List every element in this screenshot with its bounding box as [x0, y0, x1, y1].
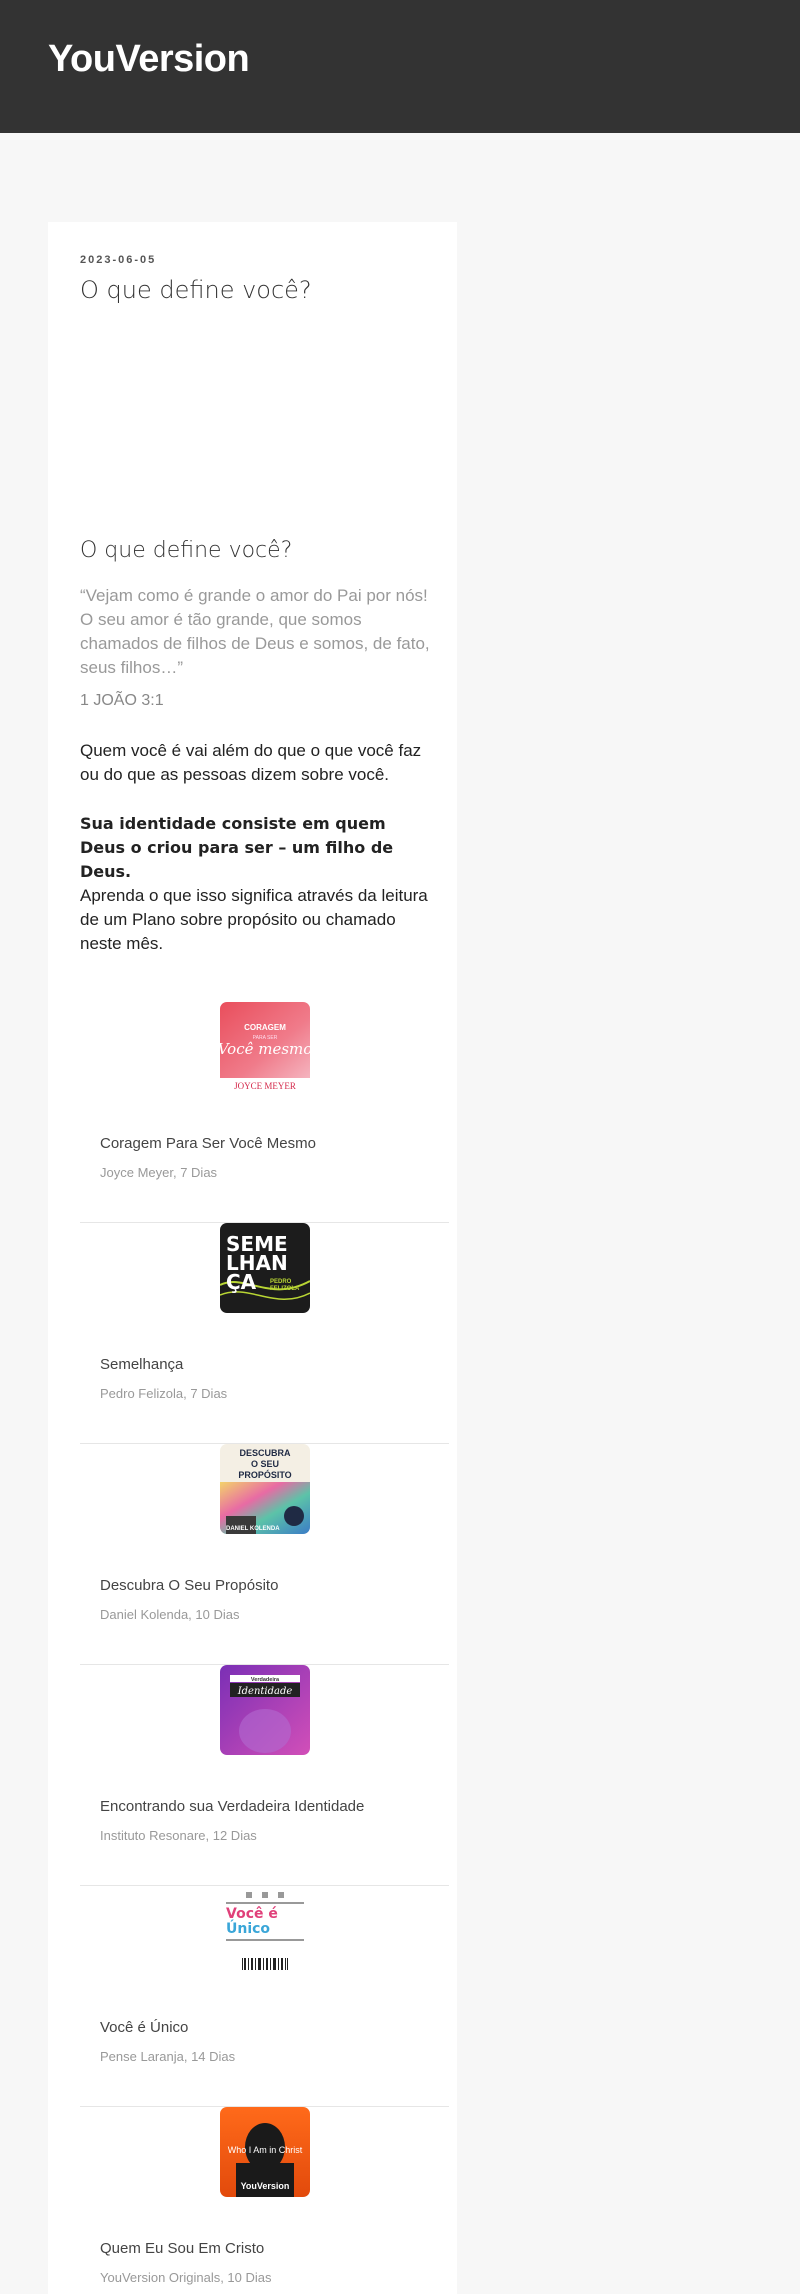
plan-meta: Pedro Felizola, 7 Dias [100, 1386, 228, 1401]
svg-text:Who I Am in Christ: Who I Am in Christ [228, 2145, 303, 2155]
svg-text:Identidade: Identidade [237, 1686, 293, 1697]
svg-text:O SEU: O SEU [251, 1459, 279, 1469]
post-card: 2023-06-05 O que define você? O que defi… [48, 222, 457, 2294]
paragraph-2: Sua identidade consiste em quem Deus o c… [80, 814, 394, 881]
plan-meta: Daniel Kolenda, 10 Dias [100, 1607, 240, 1622]
plan-title[interactable]: Encontrando sua Verdadeira Identidade [100, 1798, 364, 1815]
plan-thumbnail[interactable]: Você é Único [220, 1886, 310, 1976]
svg-text:YouVersion: YouVersion [241, 2181, 290, 2191]
plan-title[interactable]: Coragem Para Ser Você Mesmo [100, 1135, 316, 1152]
plan-title[interactable]: Você é Único [100, 2019, 188, 2036]
post-subtitle: O que define você? [80, 538, 293, 563]
svg-text:Verdadeira: Verdadeira [251, 1677, 280, 1683]
plan-item[interactable]: DESCUBRA O SEU PROPÓSITO DANIEL KOLENDA … [80, 1444, 449, 1665]
scripture-quote: “Vejam como é grande o amor do Pai por n… [80, 586, 430, 677]
svg-text:CORAGEM: CORAGEM [244, 1023, 286, 1032]
scripture-reference: 1 JOÃO 3:1 [80, 692, 164, 709]
plan-item[interactable]: SEME LHAN ÇA PEDRO FELIZOLA Semelhança P… [80, 1223, 449, 1444]
svg-text:DESCUBRA: DESCUBRA [239, 1448, 291, 1458]
plan-thumbnail[interactable]: CORAGEM PARA SER Você mesmo JOYCE MEYER [220, 1002, 310, 1092]
svg-text:PEDRO: PEDRO [270, 1279, 292, 1285]
plan-item[interactable]: Verdadeira Identidade Encontrando sua Ve… [80, 1665, 449, 1886]
paragraph-3: Aprenda o que isso significa através da … [80, 886, 428, 953]
svg-text:DANIEL KOLENDA: DANIEL KOLENDA [226, 1526, 280, 1532]
plan-thumbnail[interactable]: SEME LHAN ÇA PEDRO FELIZOLA [220, 1223, 310, 1313]
plan-item[interactable]: Who I Am in Christ YouVersion Quem Eu So… [80, 2107, 449, 2294]
plan-meta: Joyce Meyer, 7 Dias [100, 1165, 218, 1180]
svg-text:Você mesmo: Você mesmo [220, 1040, 310, 1058]
paragraph-1: Quem você é vai além do que o que você f… [80, 741, 422, 784]
site-title-link[interactable]: YouVersion [48, 38, 250, 81]
plan-title[interactable]: Quem Eu Sou Em Cristo [100, 2240, 264, 2257]
plan-title[interactable]: Semelhança [100, 1356, 183, 1373]
plan-title[interactable]: Descubra O Seu Propósito [100, 1577, 278, 1594]
plan-thumbnail[interactable]: Verdadeira Identidade [220, 1665, 310, 1755]
plan-thumbnail[interactable]: Who I Am in Christ YouVersion [220, 2107, 310, 2197]
svg-text:Único: Único [226, 1919, 270, 1937]
svg-text:PROPÓSITO: PROPÓSITO [238, 1469, 291, 1480]
plan-meta: YouVersion Originals, 10 Dias [100, 2270, 272, 2285]
plan-meta: Instituto Resonare, 12 Dias [100, 1828, 257, 1843]
plan-meta: Pense Laranja, 14 Dias [100, 2049, 236, 2064]
svg-text:Você é: Você é [226, 1906, 278, 1922]
post-title: O que define você? [80, 276, 312, 304]
site-header: YouVersion [0, 0, 800, 133]
post-date: 2023-06-05 [80, 254, 157, 266]
plan-item[interactable]: Você é Único Você é Único Pense Laranja,… [80, 1886, 449, 2107]
plan-thumbnail[interactable]: DESCUBRA O SEU PROPÓSITO DANIEL KOLENDA [220, 1444, 310, 1534]
svg-text:JOYCE MEYER: JOYCE MEYER [234, 1081, 296, 1091]
plan-item[interactable]: CORAGEM PARA SER Você mesmo JOYCE MEYER … [80, 1002, 449, 1223]
svg-text:FELIZOLA: FELIZOLA [270, 1286, 300, 1292]
svg-text:ÇA: ÇA [226, 1270, 257, 1294]
